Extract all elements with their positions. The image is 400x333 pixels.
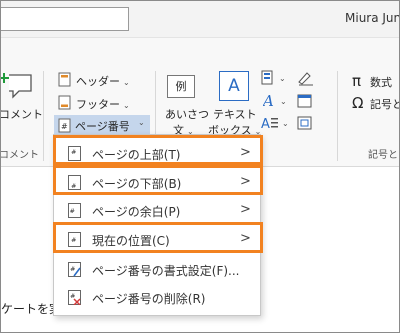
svg-text:⌄: ⌄: [279, 74, 286, 83]
group-divider: [43, 71, 44, 161]
page-number-icon: #: [58, 118, 71, 133]
svg-text:#: #: [70, 207, 75, 215]
drop-cap-icon[interactable]: A ⌄: [261, 115, 297, 131]
header-button[interactable]: ヘッダー ⌄: [76, 73, 130, 89]
search-input[interactable]: [1, 7, 129, 31]
highlight-box-current-position: [53, 222, 263, 253]
menu-item-label: ページ番号の削除(R): [92, 292, 206, 306]
svg-text:⌄: ⌄: [280, 97, 287, 106]
word-window: Miura Jun コメント コメント ヘッダー ⌄ フッター ⌄ # ページ番号: [0, 0, 400, 333]
svg-text:A: A: [261, 117, 270, 131]
pi-icon: π: [352, 72, 362, 90]
example-icon: 例: [167, 75, 195, 98]
remove-page-number-icon: #: [68, 290, 81, 305]
equation-button[interactable]: 数式: [370, 74, 392, 90]
format-page-number-icon: #: [68, 262, 81, 277]
greeting-label-line1[interactable]: あいさつ: [165, 106, 209, 122]
highlight-box-top-of-page: [53, 135, 263, 165]
footer-label: フッター: [76, 98, 120, 111]
signature-line-icon[interactable]: [297, 70, 315, 86]
menu-item-label: ページの余白(P): [92, 205, 181, 219]
textbox-label-line1[interactable]: テキスト: [213, 106, 257, 122]
wordart-icon[interactable]: A ⌄: [263, 93, 299, 109]
new-comment-icon[interactable]: [1, 71, 35, 99]
header-icon: [58, 72, 71, 87]
page-number-button[interactable]: # ページ番号 ⌄: [54, 115, 150, 136]
page-number-label: ページ番号: [75, 120, 130, 133]
chevron-down-icon: ⌄: [123, 78, 130, 87]
group-divider: [337, 71, 338, 161]
footer-button[interactable]: フッター ⌄: [76, 96, 130, 112]
menu-item-page-margins[interactable]: # ページの余白(P) >: [54, 197, 260, 225]
quick-parts-icon[interactable]: ⌄: [261, 70, 297, 86]
svg-text:A: A: [263, 93, 274, 109]
comment-button-label[interactable]: コメント: [1, 106, 43, 122]
menu-item-remove-page-numbers[interactable]: # ページ番号の削除(R): [54, 284, 260, 312]
omega-icon: Ω: [352, 94, 364, 112]
title-bar: Miura Jun: [1, 1, 399, 38]
chevron-right-icon: >: [240, 202, 251, 217]
date-time-icon[interactable]: [297, 93, 315, 109]
textbox-icon: A: [219, 71, 249, 101]
symbol-group-label: 記号と: [368, 150, 398, 161]
page-margin-icon: #: [68, 203, 81, 218]
comment-group-label: コメント: [0, 150, 39, 161]
svg-text:⌄: ⌄: [282, 119, 289, 128]
header-label: ヘッダー: [76, 75, 120, 88]
symbol-button[interactable]: 記号と: [370, 96, 399, 112]
menu-item-label: ページ番号の書式設定(F)...: [92, 264, 240, 278]
footer-icon: [58, 95, 71, 110]
menu-item-format-page-numbers[interactable]: # ページ番号の書式設定(F)...: [54, 256, 260, 284]
user-name[interactable]: Miura Jun: [345, 11, 399, 25]
svg-text:#: #: [61, 122, 68, 131]
object-icon[interactable]: [297, 115, 315, 131]
chevron-down-icon: ⌄: [123, 101, 130, 110]
highlight-box-bottom-of-page: [53, 165, 263, 195]
chevron-down-icon: ⌄: [138, 118, 145, 127]
svg-text:#: #: [70, 265, 75, 273]
